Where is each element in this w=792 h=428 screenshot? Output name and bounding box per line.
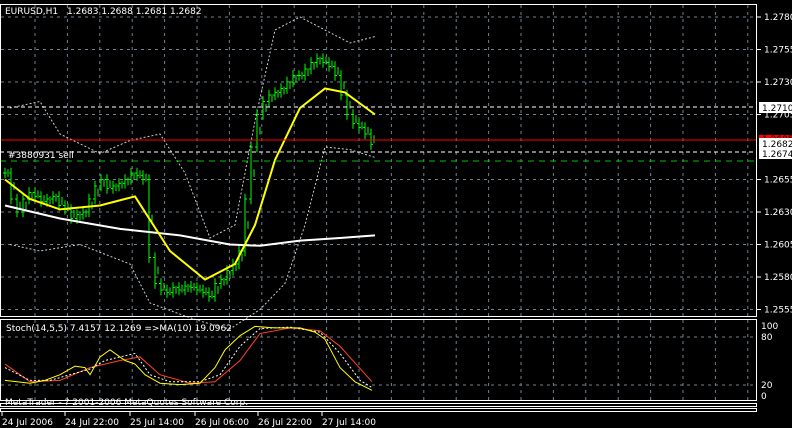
time-label: 25 Jul 14:00 xyxy=(130,418,184,428)
price-tick-label: 1.2630 xyxy=(764,208,792,218)
price-tick-label: 1.2605 xyxy=(764,241,792,251)
copyright: MetaTrader - ? 2001-2006 MetaQuotes Soft… xyxy=(5,398,248,408)
price-chart[interactable]: EURUSD,H1 1.2683 1.2688 1.2681 1.2682 #3… xyxy=(0,0,792,428)
level-80: 80 xyxy=(761,333,773,343)
time-label: 26 Jul 22:00 xyxy=(258,418,312,428)
level-20: 20 xyxy=(761,381,773,391)
price-tick-label: 1.2555 xyxy=(764,306,792,316)
fast-ma-line xyxy=(4,87,376,281)
stochastic-lines xyxy=(4,325,373,391)
price-bars xyxy=(3,53,375,302)
time-label: 24 Jul 22:00 xyxy=(65,418,119,428)
order-label: #3880931 sell xyxy=(8,151,74,161)
price-tick-label: 1.2730 xyxy=(764,78,792,88)
moving-averages xyxy=(4,87,376,281)
upper-price-label: 1.2710 xyxy=(762,104,792,114)
time-label: 27 Jul 14:00 xyxy=(322,418,376,428)
price-axis: 1.27801.27551.27301.27051.26551.26301.26… xyxy=(757,13,792,316)
indicator-title: Stoch(14,5,5) 7.4157 12.1269 =>MA(10) 19… xyxy=(6,324,232,334)
time-label: 24 Jul 2006 xyxy=(2,418,53,428)
price-tick-label: 1.2755 xyxy=(764,46,792,56)
level-0: 0 xyxy=(761,392,767,402)
stoch-signal-line xyxy=(4,326,373,388)
price-tick-label: 1.2655 xyxy=(764,176,792,186)
price-tick-label: 1.2780 xyxy=(764,13,792,23)
time-label: 26 Jul 06:00 xyxy=(195,418,249,428)
level-100: 100 xyxy=(761,322,778,332)
header-ohlc: 1.2683 1.2688 1.2681 1.2682 xyxy=(67,7,202,17)
time-axis: 24 Jul 2006 24 Jul 22:00 25 Jul 14:00 26 Ju… xyxy=(1,412,376,428)
header-symbol: EURUSD,H1 xyxy=(5,7,58,17)
scroll-frame-2 xyxy=(0,408,757,412)
price-tick-label: 1.2580 xyxy=(764,273,792,283)
lower-price-label: 1.2674 xyxy=(762,150,792,160)
